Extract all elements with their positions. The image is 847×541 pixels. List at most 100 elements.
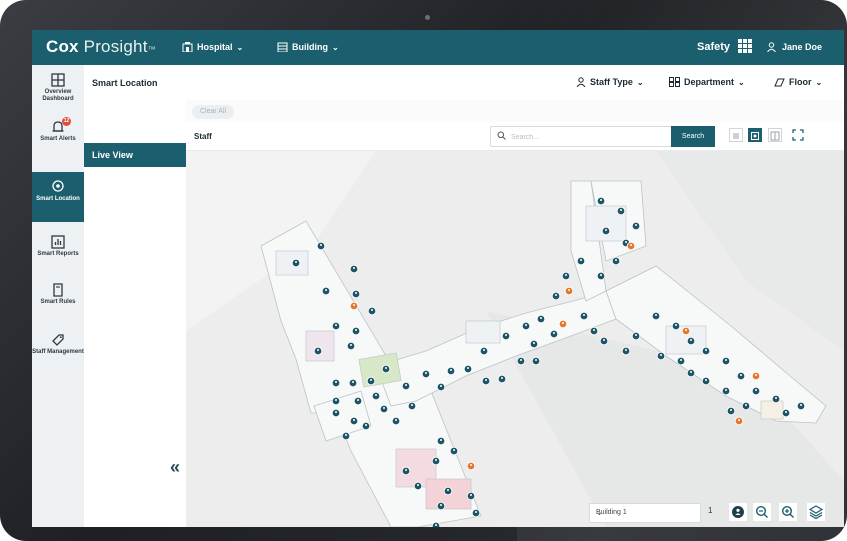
staff-pin[interactable] (331, 321, 341, 331)
staff-pin[interactable] (651, 311, 661, 321)
staff-pin[interactable] (529, 339, 539, 349)
staff-pin[interactable] (481, 376, 491, 386)
staff-pin[interactable] (701, 346, 711, 356)
staff-pin[interactable] (436, 501, 446, 511)
staff-type-filter[interactable]: Staff Type ⌄ (576, 77, 644, 87)
staff-pin[interactable] (436, 436, 446, 446)
apps-grid-icon[interactable] (738, 39, 752, 53)
alert-staff-pin[interactable] (349, 301, 359, 311)
fullscreen-button[interactable] (792, 128, 806, 142)
staff-pin[interactable] (656, 351, 666, 361)
alert-staff-pin[interactable] (681, 326, 691, 336)
staff-pin[interactable] (686, 368, 696, 378)
zoom-in-button[interactable] (779, 503, 797, 521)
staff-pin[interactable] (599, 336, 609, 346)
staff-pin[interactable] (366, 376, 376, 386)
staff-pin[interactable] (348, 378, 358, 388)
staff-pin[interactable] (601, 226, 611, 236)
list-view-button[interactable] (729, 128, 743, 142)
staff-pin[interactable] (671, 321, 681, 331)
staff-pin[interactable] (596, 196, 606, 206)
building-dropdown[interactable]: Building 1 ⌄ (589, 503, 701, 523)
staff-pin[interactable] (576, 256, 586, 266)
safety-link[interactable]: Safety (697, 41, 730, 53)
staff-pin[interactable] (579, 311, 589, 321)
staff-pin[interactable] (596, 271, 606, 281)
user-menu[interactable]: Jane Doe (767, 42, 822, 52)
staff-pin[interactable] (549, 329, 559, 339)
map-view-button[interactable] (748, 128, 762, 142)
staff-pin[interactable] (431, 521, 441, 527)
staff-pin[interactable] (616, 206, 626, 216)
rail-item-smart-rules[interactable]: Smart Rules (32, 283, 84, 306)
staff-pin[interactable] (346, 341, 356, 351)
app-logo[interactable]: Cox Prosight™ (46, 37, 156, 57)
clear-all-chip[interactable]: Clear All (192, 105, 235, 119)
alert-staff-pin[interactable] (564, 286, 574, 296)
alert-staff-pin[interactable] (751, 371, 761, 381)
staff-pin[interactable] (349, 416, 359, 426)
staff-pin[interactable] (497, 374, 507, 384)
staff-pin[interactable] (721, 356, 731, 366)
staff-pin[interactable] (501, 331, 511, 341)
staff-pin[interactable] (741, 401, 751, 411)
staff-pin[interactable] (379, 404, 389, 414)
staff-pin[interactable] (446, 366, 456, 376)
staff-pin[interactable] (431, 456, 441, 466)
staff-pin[interactable] (676, 356, 686, 366)
floor-map[interactable] (186, 151, 844, 527)
staff-pin[interactable] (407, 401, 417, 411)
staff-pin[interactable] (401, 466, 411, 476)
staff-pin[interactable] (471, 508, 481, 518)
staff-pin[interactable] (291, 258, 301, 268)
alert-staff-pin[interactable] (466, 461, 476, 471)
staff-pin[interactable] (313, 346, 323, 356)
staff-pin[interactable] (631, 221, 641, 231)
staff-pin[interactable] (466, 491, 476, 501)
staff-pin[interactable] (367, 306, 377, 316)
zoom-out-button[interactable] (753, 503, 771, 521)
staff-pin[interactable] (561, 271, 571, 281)
rail-item-smart-reports[interactable]: Smart Reports (32, 235, 84, 258)
staff-pin[interactable] (381, 364, 391, 374)
staff-pin[interactable] (353, 396, 363, 406)
staff-pin[interactable] (449, 446, 459, 456)
staff-pin[interactable] (551, 291, 561, 301)
staff-pin[interactable] (331, 396, 341, 406)
staff-pin[interactable] (331, 378, 341, 388)
building-selector[interactable]: Building ⌄ (277, 42, 339, 52)
staff-pin[interactable] (611, 256, 621, 266)
staff-pin[interactable] (521, 321, 531, 331)
staff-pin[interactable] (516, 356, 526, 366)
floor-filter[interactable]: Floor ⌄ (774, 77, 822, 87)
staff-pin[interactable] (721, 386, 731, 396)
staff-pin[interactable] (321, 286, 331, 296)
staff-pin[interactable] (531, 356, 541, 366)
staff-pin[interactable] (371, 391, 381, 401)
staff-pin[interactable] (436, 382, 446, 392)
staff-pin[interactable] (351, 289, 361, 299)
live-view-tab[interactable]: Live View (84, 143, 186, 167)
staff-pin[interactable] (361, 421, 371, 431)
rail-item-smart-location[interactable]: Smart Location (32, 172, 84, 222)
split-view-button[interactable] (768, 128, 782, 142)
staff-pin[interactable] (736, 371, 746, 381)
staff-pin[interactable] (401, 381, 411, 391)
staff-pin[interactable] (589, 326, 599, 336)
staff-pin[interactable] (413, 481, 423, 491)
staff-pin[interactable] (316, 241, 326, 251)
staff-pin[interactable] (631, 331, 641, 341)
staff-locate-button[interactable] (729, 503, 747, 521)
alert-staff-pin[interactable] (734, 416, 744, 426)
staff-pin[interactable] (391, 416, 401, 426)
staff-pin[interactable] (796, 401, 806, 411)
hospital-selector[interactable]: Hospital ⌄ (182, 42, 243, 52)
alert-staff-pin[interactable] (626, 241, 636, 251)
layers-button[interactable] (807, 503, 825, 521)
alert-staff-pin[interactable] (558, 319, 568, 329)
staff-pin[interactable] (421, 369, 431, 379)
search-input[interactable] (509, 129, 663, 145)
rail-item-staff-management[interactable]: Staff Management (32, 333, 84, 356)
department-filter[interactable]: Department ⌄ (669, 77, 745, 87)
staff-pin[interactable] (331, 408, 341, 418)
